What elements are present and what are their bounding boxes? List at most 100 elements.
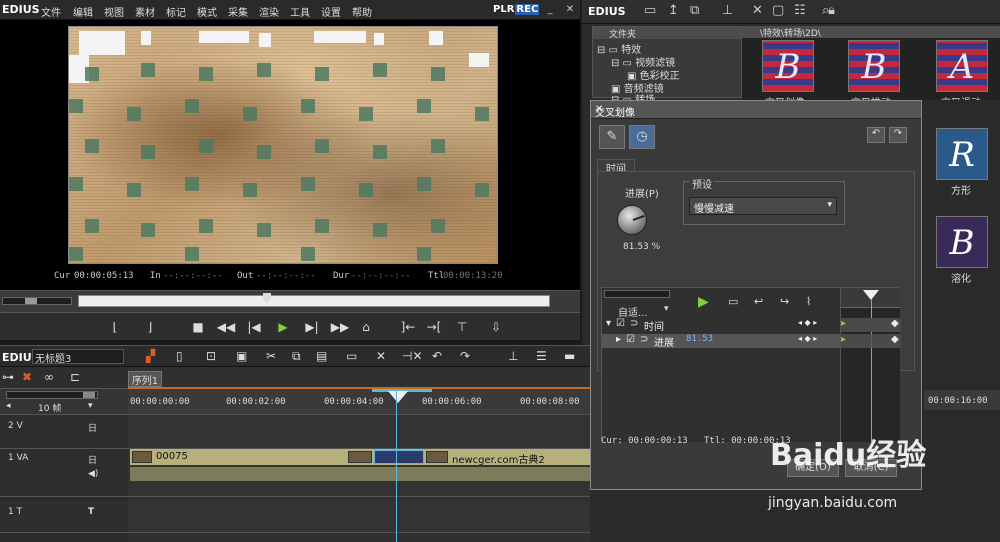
kf-row-progress[interactable]: ▸ ☑ ⊃ 进展 81.53 ◂ ◆ ▸ [602, 334, 840, 349]
save-icon[interactable]: ▣ [236, 349, 247, 363]
menu-tools[interactable]: 工具 [290, 4, 310, 19]
undo-icon[interactable]: ↶ [867, 127, 885, 143]
track-header-1va[interactable]: 1 VA 日 ◀) [0, 449, 128, 497]
tree-item-effects[interactable]: ⊟ ▭ 特效 [597, 41, 641, 56]
project-name[interactable]: 无标题3 [32, 349, 124, 365]
menu-help[interactable]: 帮助 [352, 4, 372, 19]
paint-tool-icon[interactable]: ✎ [599, 125, 625, 149]
zoom-slider[interactable] [604, 290, 670, 298]
lock-icon[interactable]: 🔒︎ [828, 3, 835, 18]
scrub-bar[interactable] [0, 290, 580, 312]
tree-item-color-correction[interactable]: ▣ 色彩校正 [627, 67, 680, 82]
graph-icon[interactable]: ⌇ [806, 295, 811, 308]
menu-edit[interactable]: 编辑 [73, 4, 93, 19]
folder-icon[interactable]: ▭ [644, 3, 656, 18]
ripple-icon[interactable]: ⊶ [2, 370, 14, 384]
transition-clip[interactable] [374, 450, 424, 464]
sequence-icon[interactable]: ▞ [146, 349, 155, 363]
tree-item-video-filters[interactable]: ⊟ ▭ 视频滤镜 [611, 54, 675, 69]
cut-icon[interactable]: ✂ [266, 349, 276, 363]
marker-icon[interactable]: ⊥ [508, 349, 518, 363]
thumb-dissolve[interactable]: B [936, 216, 988, 268]
menu-view[interactable]: 视图 [104, 4, 124, 19]
track-1va[interactable]: 00075 newcger.com古典2 [128, 449, 590, 497]
auto-label[interactable]: 自适... [618, 304, 648, 319]
playhead-marker[interactable] [388, 391, 408, 403]
thumb-cross-slide[interactable]: A [936, 40, 988, 92]
ripple-delete-icon[interactable]: ⊣✕ [402, 349, 423, 363]
paste-icon[interactable]: ▤ [316, 349, 327, 363]
track-2v[interactable] [128, 415, 590, 449]
sync-icon[interactable]: ⊏ [70, 370, 80, 384]
step-back-icon[interactable]: |◀ [244, 319, 264, 335]
track-icon[interactable]: ▭ [346, 349, 357, 363]
mark-out-icon[interactable]: ⌋ [140, 319, 160, 335]
menu-clip[interactable]: 素材 [135, 4, 155, 19]
insert-clip-icon[interactable]: ⊥ [722, 3, 733, 18]
thumb-square[interactable]: R [936, 128, 988, 180]
thumb-cross-wipe[interactable]: B [762, 40, 814, 92]
track-1t[interactable] [128, 501, 590, 533]
delete-icon[interactable]: ✕ [752, 3, 763, 18]
shuttle-handle[interactable] [25, 298, 37, 304]
snap-icon[interactable]: ✖ [22, 370, 32, 384]
clock-icon[interactable]: ◷ [629, 125, 655, 149]
kf-row-time[interactable]: ▾ ☑ ⊃ 时间 ◂ ◆ ▸ [602, 318, 840, 333]
loop-icon[interactable]: ⌂ [356, 319, 376, 335]
new-icon[interactable]: ▯ [176, 349, 183, 363]
track-header-1t[interactable]: 1 T T [0, 501, 128, 533]
prev-keyframe-icon[interactable]: ↩ [754, 295, 763, 308]
redo-icon[interactable]: ↷ [460, 349, 470, 363]
next-keyframe-icon[interactable]: ↪ [780, 295, 789, 308]
undo-icon[interactable]: ↶ [432, 349, 442, 363]
position-bar[interactable] [78, 295, 550, 307]
close-icon[interactable]: ✕ [564, 4, 576, 16]
zoom-slider[interactable] [6, 391, 98, 399]
link-icon[interactable]: ∞ [44, 370, 54, 384]
play-icon[interactable]: ▶ [698, 294, 709, 310]
export-icon[interactable]: ⇩ [486, 319, 506, 335]
menu-render[interactable]: 渲染 [259, 4, 279, 19]
track-header-2v[interactable]: 2 V 日 [0, 415, 128, 449]
menu-marker[interactable]: 标记 [166, 4, 186, 19]
zoom-right-icon[interactable]: ▾ [88, 401, 93, 411]
audio-clip[interactable] [130, 467, 590, 481]
fast-forward-icon[interactable]: ▶▶ [330, 319, 350, 335]
add-clip-icon[interactable]: ⧉ [690, 3, 699, 18]
time-ruler[interactable]: 00:00:00:00 00:00:02:00 00:00:04:00 00:0… [128, 389, 590, 415]
step-forward-icon[interactable]: ▶| [302, 319, 322, 335]
copy-icon[interactable]: ⧉ [292, 349, 301, 364]
auto-dropdown-icon[interactable]: ▾ [664, 304, 669, 314]
minimize-icon[interactable]: _ [544, 4, 556, 16]
mixer-icon[interactable]: ☰ [536, 349, 547, 363]
tab-sequence1[interactable]: 序列1 [128, 371, 162, 387]
progress-knob[interactable] [617, 205, 647, 235]
settings-icon[interactable]: ▬ [564, 349, 575, 363]
thumb-cross-push[interactable]: B [848, 40, 900, 92]
mark-in-icon[interactable]: ⌊ [105, 319, 125, 335]
redo-icon[interactable]: ↷ [889, 127, 907, 143]
insert-icon[interactable]: ]← [398, 319, 418, 335]
properties-icon[interactable]: ▢ [772, 3, 784, 18]
open-icon[interactable]: ⊡ [206, 349, 216, 363]
preview-icon[interactable]: ▭ [728, 295, 738, 308]
view-mode-icon[interactable]: ☷ [794, 3, 806, 18]
shuttle-slider[interactable] [2, 297, 72, 305]
plr-rec-indicator[interactable]: PLR REC [492, 4, 540, 15]
play-icon[interactable]: ▶ [273, 319, 293, 335]
preset-dropdown[interactable]: 慢慢减速 ▾ [689, 197, 837, 215]
zoom-left-icon[interactable]: ◂ [6, 401, 11, 411]
delete-gap-icon[interactable]: ✕ [376, 349, 386, 363]
overwrite-icon[interactable]: →[ [424, 319, 444, 335]
stop-icon[interactable]: ■ [188, 319, 208, 335]
menu-mode[interactable]: 模式 [197, 4, 217, 19]
up-folder-icon[interactable]: ↥ [668, 3, 679, 18]
video-clip[interactable]: 00075 newcger.com古典2 [130, 449, 590, 466]
trim-icon[interactable]: ⊤ [452, 319, 472, 335]
rewind-icon[interactable]: ◀◀ [216, 319, 236, 335]
menu-capture[interactable]: 采集 [228, 4, 248, 19]
keyframe-timeline[interactable]: ▸ ◆ ▸ ◆ [840, 288, 901, 442]
dialog-close-icon[interactable]: ✕ [595, 104, 917, 115]
menu-file[interactable]: 文件 [41, 4, 61, 19]
menu-settings[interactable]: 设置 [321, 4, 341, 19]
